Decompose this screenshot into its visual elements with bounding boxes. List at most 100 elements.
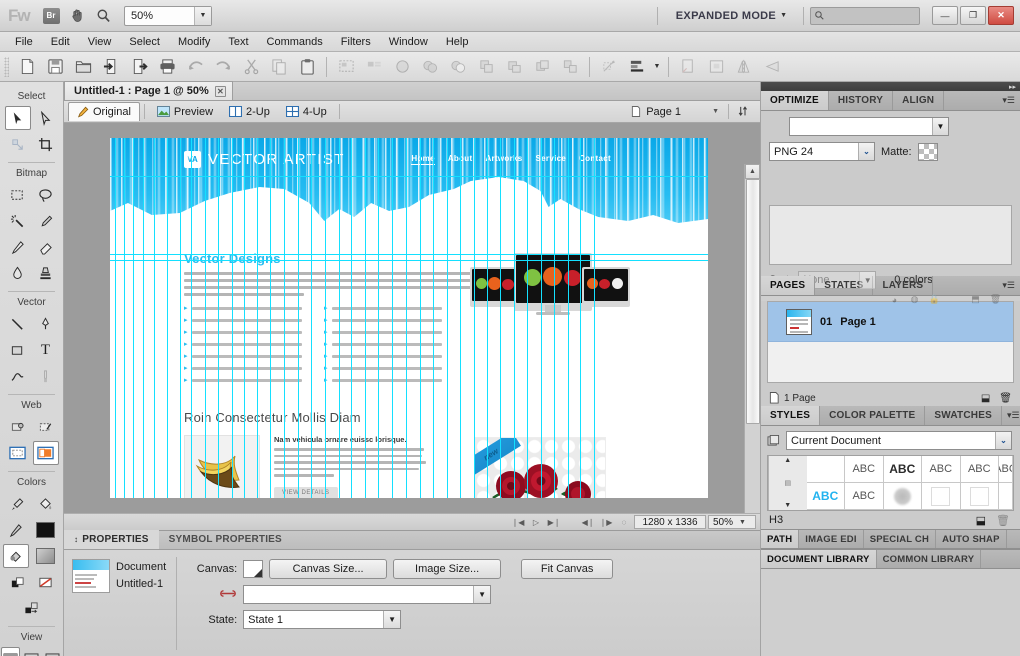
hotspot-tool[interactable] <box>5 415 31 439</box>
standard-screen-mode[interactable] <box>1 647 20 656</box>
toolbar-grip[interactable] <box>4 57 9 77</box>
hide-slices-tool[interactable] <box>5 441 31 465</box>
duplicate-page-icon[interactable]: ⬓ <box>981 393 990 404</box>
stop-button[interactable]: ◌ <box>616 515 632 529</box>
tab-path[interactable]: PATH <box>761 530 799 548</box>
table-row[interactable]: 01 Page 1 <box>768 302 1013 342</box>
site-nav-service[interactable]: Service <box>536 154 567 165</box>
stroke-color-well[interactable] <box>31 518 61 542</box>
delete-page-icon[interactable]: 🗑 <box>999 393 1012 404</box>
chevron-down-icon[interactable]: ▼ <box>383 611 400 628</box>
style-swatch[interactable] <box>884 483 923 510</box>
canvas-size-button[interactable]: Canvas Size... <box>269 559 387 579</box>
transparency-icon[interactable]: ◕ <box>888 293 901 306</box>
tab-align[interactable]: ALIGN <box>893 91 944 110</box>
style-swatch[interactable] <box>999 483 1013 510</box>
menu-select[interactable]: Select <box>120 34 169 50</box>
tab-properties[interactable]: ↕ PROPERTIES <box>64 530 159 549</box>
pointer-tool[interactable] <box>5 106 31 130</box>
full-screen-mode[interactable] <box>43 647 62 656</box>
tab-styles[interactable]: STYLES <box>761 406 820 425</box>
cut-button[interactable] <box>237 54 265 80</box>
crop-paths-button[interactable] <box>500 54 528 80</box>
last-state-button[interactable]: ▶❘ <box>546 515 562 529</box>
hand-tool-button[interactable] <box>64 4 90 28</box>
tab-2up[interactable]: 2-Up <box>221 102 278 121</box>
tab-swatches[interactable]: SWATCHES <box>925 406 1002 425</box>
distribute-button[interactable] <box>674 54 702 80</box>
state-select[interactable]: State 1 ▼ <box>243 610 401 629</box>
bridge-button[interactable]: Br <box>38 4 64 28</box>
menu-view[interactable]: View <box>79 34 121 50</box>
style-swatch[interactable]: ABC <box>884 456 923 483</box>
styles-source-select[interactable]: Current Document ⌄ <box>786 431 1012 450</box>
view-details-button[interactable]: VIEW DETAILS <box>274 487 338 498</box>
knife-tool[interactable] <box>33 364 59 388</box>
scroll-thumb[interactable]: ▤ <box>784 479 791 487</box>
lock-icon[interactable]: 🔒 <box>928 293 941 306</box>
chevron-down-icon[interactable]: ▼ <box>932 118 948 135</box>
rubber-stamp-tool[interactable] <box>33 261 59 285</box>
fill-color-tool[interactable] <box>3 544 29 568</box>
split-button[interactable] <box>556 54 584 80</box>
eraser-tool[interactable] <box>33 235 59 259</box>
next-page-button[interactable]: ❘▶ <box>598 515 614 529</box>
prev-page-button[interactable]: ◀❘ <box>580 515 596 529</box>
magic-wand-tool[interactable] <box>5 209 31 233</box>
style-swatch[interactable] <box>922 483 961 510</box>
marquee-tool[interactable] <box>5 183 31 207</box>
fit-canvas-button[interactable] <box>702 54 730 80</box>
stroke-color-tool[interactable] <box>3 518 29 542</box>
new-document-button[interactable] <box>13 54 41 80</box>
chevron-down-icon[interactable]: ⌄ <box>858 143 874 160</box>
fit-canvas-button[interactable]: Fit Canvas <box>521 559 613 579</box>
document-tab[interactable]: Untitled-1 : Page 1 @ 50% ✕ <box>64 81 233 100</box>
play-states-button[interactable]: ▷ <box>528 515 544 529</box>
style-swatch[interactable]: ABC <box>961 456 1000 483</box>
first-state-button[interactable]: ❘◀ <box>510 515 526 529</box>
canvas-viewport[interactable]: VA VECTOR ARTIST Home About Artworks Ser… <box>64 123 760 513</box>
site-nav-home[interactable]: Home <box>411 154 434 165</box>
zoom-level-combobox[interactable]: 50% ▼ <box>124 6 212 26</box>
subselection-tool[interactable] <box>33 106 59 130</box>
hotspot-button[interactable] <box>388 54 416 80</box>
style-swatch[interactable]: ABC <box>845 483 884 510</box>
canvas-link-field[interactable]: ▼ <box>243 585 491 604</box>
fill-swatch[interactable] <box>36 548 55 564</box>
pages-list[interactable]: 01 Page 1 <box>767 301 1014 383</box>
delete-style-icon[interactable]: 🗑 <box>996 514 1010 527</box>
optimize-color-table[interactable] <box>769 205 1012 265</box>
optimize-format-select[interactable]: PNG 24 ⌄ <box>769 142 875 161</box>
align-button[interactable] <box>623 54 651 80</box>
matte-color-swatch[interactable] <box>918 143 938 161</box>
image-size-button[interactable]: Image Size... <box>393 559 501 579</box>
site-nav-contact[interactable]: Contact <box>579 154 611 165</box>
show-slices-tool[interactable] <box>33 441 59 465</box>
styles-grid[interactable]: ABC ABC ABC ABC ABC ▲ ▤ ▼ ABC ABC <box>767 455 1014 511</box>
swap-colors[interactable] <box>19 596 45 620</box>
scroll-up-arrow[interactable]: ▲ <box>745 164 760 179</box>
design-canvas[interactable]: VA VECTOR ARTIST Home About Artworks Ser… <box>110 138 708 498</box>
tab-color-palette[interactable]: COLOR PALETTE <box>820 406 925 425</box>
open-button[interactable] <box>69 54 97 80</box>
scale-tool[interactable] <box>5 132 31 156</box>
panel-collapse-strip[interactable]: ▸▸ <box>761 82 1020 91</box>
tab-history[interactable]: HISTORY <box>829 91 893 110</box>
optimize-preset-select[interactable]: ▼ <box>789 117 949 136</box>
save-button[interactable] <box>41 54 69 80</box>
pen-tool[interactable] <box>33 312 59 336</box>
minimize-button[interactable]: — <box>932 6 958 25</box>
flip-vertical-button[interactable] <box>758 54 786 80</box>
styles-panel-menu[interactable]: ▾☰ <box>1002 406 1020 425</box>
close-button[interactable]: ✕ <box>988 6 1014 25</box>
export-button[interactable] <box>125 54 153 80</box>
add-color-icon[interactable]: ⬒ <box>969 293 982 306</box>
tab-original[interactable]: Original <box>68 102 140 121</box>
style-swatch[interactable] <box>807 456 846 483</box>
menu-commands[interactable]: Commands <box>258 34 332 50</box>
freeform-tool[interactable] <box>5 364 31 388</box>
menu-file[interactable]: File <box>6 34 42 50</box>
optimize-panel-menu[interactable]: ▾☰ <box>997 91 1020 110</box>
search-input[interactable] <box>810 7 920 25</box>
chevron-down-icon[interactable]: ⌄ <box>995 432 1011 449</box>
